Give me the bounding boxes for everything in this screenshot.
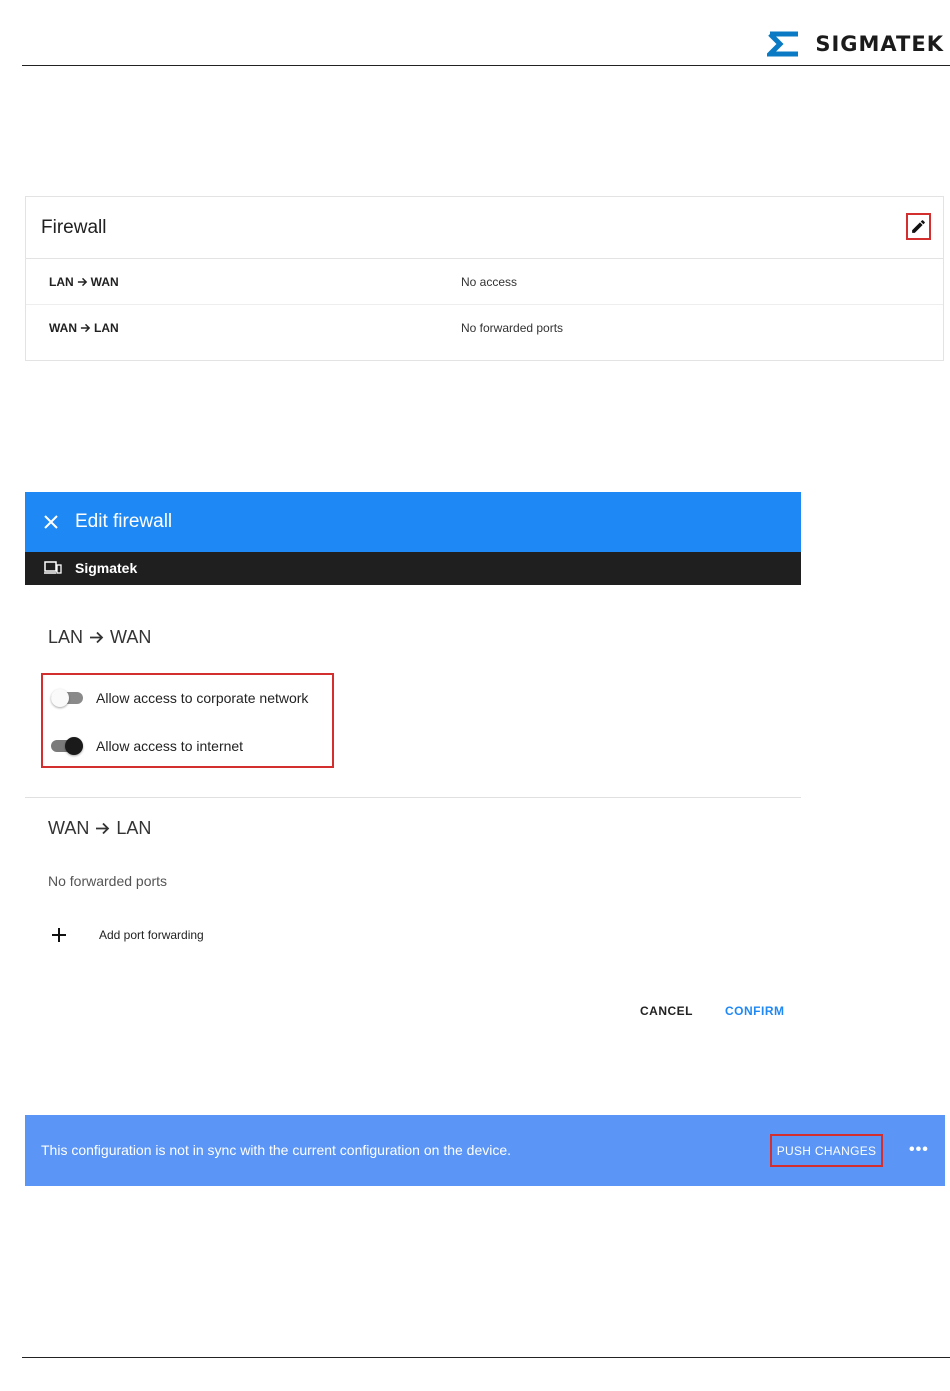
more-options-button[interactable]: •••: [909, 1141, 929, 1159]
device-bar: Sigmatek: [25, 552, 801, 585]
section-to: LAN: [116, 818, 152, 838]
firewall-row-lan-wan: LAN WAN No access: [26, 259, 943, 304]
toggle-corporate-network[interactable]: Allow access to corporate network: [51, 689, 308, 707]
push-changes-button[interactable]: PUSH CHANGES: [770, 1134, 883, 1167]
cancel-button[interactable]: CANCEL: [640, 1004, 693, 1018]
add-port-forwarding-label: Add port forwarding: [99, 928, 204, 942]
section-to: WAN: [110, 627, 152, 647]
rule-value: No access: [461, 275, 518, 289]
firewall-card: Firewall LAN WAN No access WAN LAN No fo…: [25, 196, 944, 361]
push-changes-label: PUSH CHANGES: [776, 1143, 877, 1158]
toggle-switch[interactable]: [51, 737, 83, 755]
plus-icon: [52, 928, 66, 942]
rule-direction: WAN LAN: [49, 321, 119, 335]
sync-warning-banner: This configuration is not in sync with t…: [25, 1115, 945, 1186]
toggle-label: Allow access to internet: [96, 738, 244, 754]
arrow-right-icon: [77, 277, 87, 287]
access-toggles: Allow access to corporate network Allow …: [41, 673, 334, 768]
section-from: LAN: [48, 627, 84, 647]
edit-firewall-button[interactable]: [906, 213, 931, 240]
footer-rule: [22, 1357, 950, 1358]
confirm-button[interactable]: CONFIRM: [725, 1004, 785, 1018]
switch-knob: [65, 737, 83, 755]
header-rule: [22, 65, 950, 66]
add-port-forwarding-button[interactable]: Add port forwarding: [48, 924, 204, 946]
rule-to: WAN: [90, 275, 119, 289]
rule-value: No forwarded ports: [461, 321, 564, 335]
close-icon: [44, 515, 58, 529]
rule-to: LAN: [94, 321, 119, 335]
toggle-label: Allow access to corporate network: [96, 690, 309, 706]
close-button[interactable]: [39, 510, 63, 534]
section-title-wan-lan: WAN LAN: [48, 818, 151, 839]
switch-knob: [51, 689, 69, 707]
section-from: WAN: [48, 818, 90, 838]
device-name: Sigmatek: [75, 560, 138, 576]
dialog-title: Edit firewall: [75, 511, 173, 532]
brand-name: SIGMATEK: [815, 32, 944, 56]
no-forwarded-ports-text: No forwarded ports: [48, 873, 168, 889]
rule-from: LAN: [49, 275, 74, 289]
arrow-right-icon: [96, 822, 110, 835]
section-divider: [25, 797, 801, 798]
devices-icon: [44, 561, 62, 574]
rule-from: WAN: [49, 321, 77, 335]
rule-direction: LAN WAN: [49, 275, 119, 289]
toggle-switch[interactable]: [51, 689, 83, 707]
sigmatek-logo-icon: [767, 31, 799, 57]
edit-firewall-dialog: Edit firewall Sigmatek LAN WAN Allow acc…: [25, 492, 801, 1038]
sync-warning-message: This configuration is not in sync with t…: [41, 1142, 512, 1158]
pencil-icon: [912, 220, 925, 233]
sigmatek-logo: SIGMATEK: [767, 31, 944, 57]
arrow-right-icon: [90, 631, 104, 644]
section-title-lan-wan: LAN WAN: [48, 627, 151, 648]
firewall-card-header: Firewall: [26, 197, 943, 259]
arrow-right-icon: [80, 323, 91, 333]
dialog-title-bar: Edit firewall: [25, 492, 801, 552]
toggle-internet[interactable]: Allow access to internet: [51, 737, 243, 755]
firewall-row-wan-lan: WAN LAN No forwarded ports: [26, 304, 943, 350]
firewall-card-title: Firewall: [41, 217, 107, 238]
